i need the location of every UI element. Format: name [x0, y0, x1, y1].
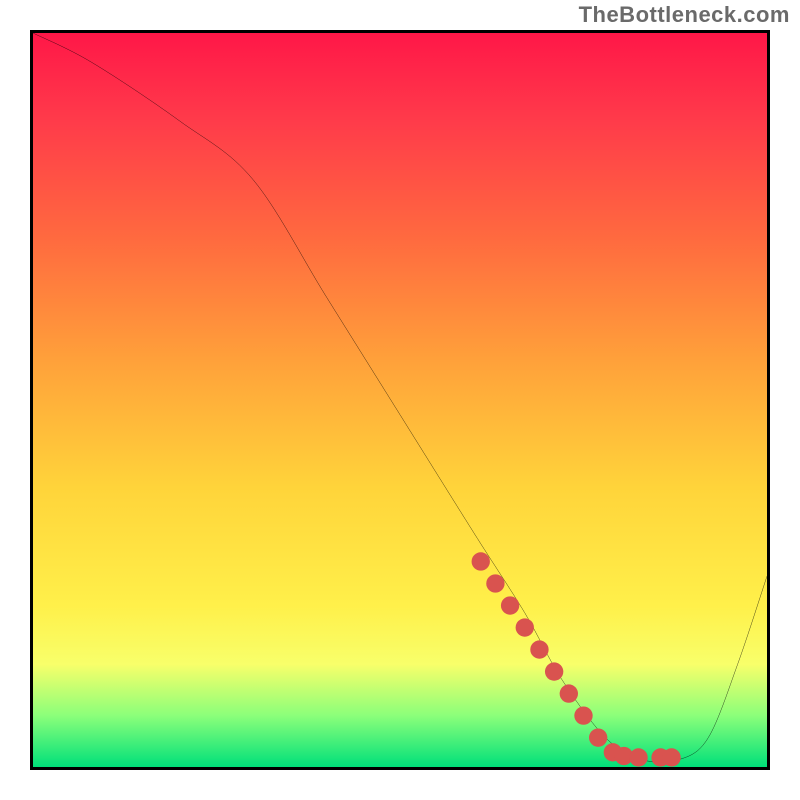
bottleneck-curve-path [33, 33, 767, 762]
highlight-dots [472, 552, 681, 766]
highlight-dot [472, 552, 490, 570]
highlight-dot [662, 748, 680, 766]
highlight-dot [486, 574, 504, 592]
watermark-text: TheBottleneck.com [579, 2, 790, 28]
chart-svg [33, 33, 767, 767]
highlight-dot [516, 618, 534, 636]
plot-frame [30, 30, 770, 770]
highlight-dot [629, 748, 647, 766]
highlight-dot [530, 640, 548, 658]
highlight-dot [574, 706, 592, 724]
highlight-dot [501, 596, 519, 614]
chart-stage: TheBottleneck.com [0, 0, 800, 800]
highlight-dot [560, 684, 578, 702]
highlight-dot [589, 728, 607, 746]
highlight-dot [545, 662, 563, 680]
